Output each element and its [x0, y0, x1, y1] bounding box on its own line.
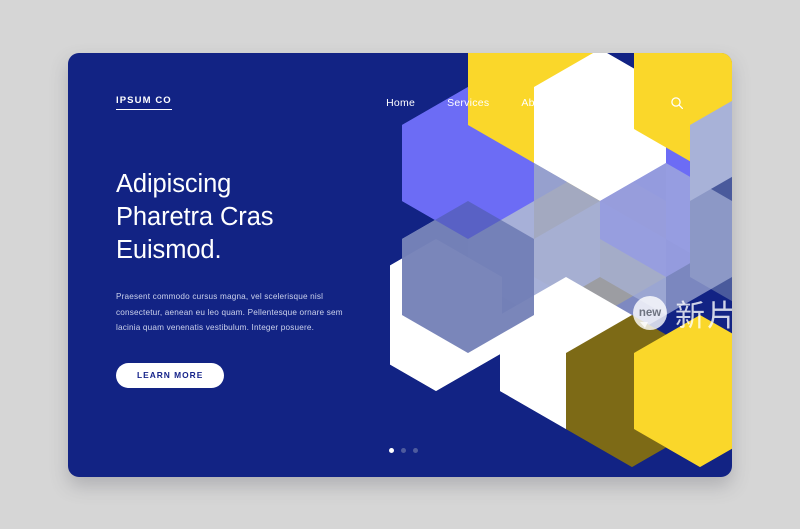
nav-item-home[interactable]: Home — [386, 97, 415, 109]
hero-copy: Adipiscing Pharetra Cras Euismod. Praese… — [116, 168, 366, 388]
logo[interactable]: IPSUM CO — [116, 95, 172, 110]
screen: new 新片场素材 IPSUM CO Home Services About C… — [0, 0, 800, 529]
site-header: IPSUM CO Home Services About Contact — [68, 53, 732, 153]
carousel-dot-3[interactable] — [413, 448, 418, 453]
hero-description: Praesent commodo cursus magna, vel scele… — [116, 292, 343, 332]
carousel-dots — [389, 448, 418, 453]
learn-more-button[interactable]: LEARN MORE — [116, 362, 225, 388]
hero-card: new 新片场素材 IPSUM CO Home Services About C… — [68, 53, 732, 477]
carousel-dot-1[interactable] — [389, 448, 394, 453]
nav-item-services[interactable]: Services — [447, 97, 489, 109]
nav-item-about[interactable]: About — [521, 97, 550, 109]
carousel-dot-2[interactable] — [401, 448, 406, 453]
search-icon[interactable] — [668, 94, 686, 112]
page-title: Adipiscing Pharetra Cras Euismod. — [116, 170, 274, 265]
main-nav: Home Services About Contact — [386, 94, 686, 112]
nav-item-contact[interactable]: Contact — [582, 97, 620, 109]
